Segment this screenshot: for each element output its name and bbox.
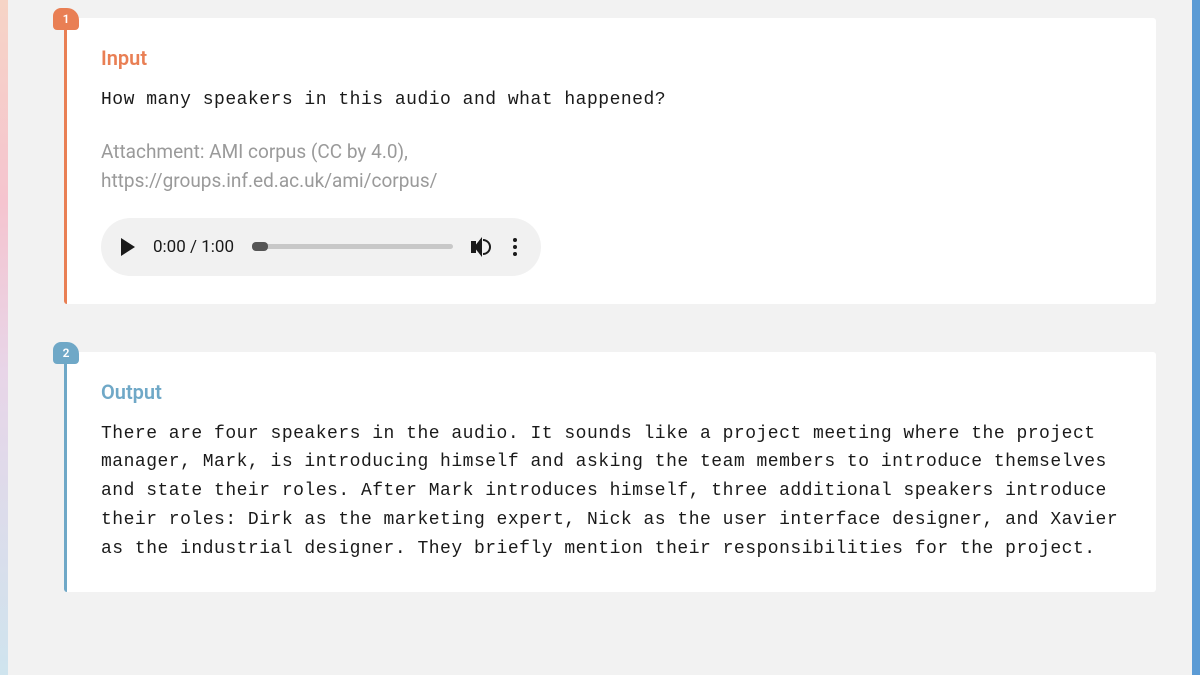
audio-player[interactable]: 0:00 / 1:00 [101, 218, 541, 276]
input-title: Input [101, 46, 1128, 70]
volume-wave-icon [483, 239, 491, 255]
output-step-badge: 2 [53, 342, 79, 364]
output-card: 2 Output There are four speakers in the … [64, 352, 1156, 592]
audio-time-display: 0:00 / 1:00 [153, 237, 234, 257]
input-prompt-text: How many speakers in this audio and what… [101, 86, 1128, 115]
output-text: There are four speakers in the audio. It… [101, 420, 1128, 564]
kebab-menu-icon[interactable] [509, 234, 521, 260]
input-card: 1 Input How many speakers in this audio … [64, 18, 1156, 304]
content-area: 1 Input How many speakers in this audio … [8, 0, 1192, 675]
play-icon[interactable] [121, 238, 135, 256]
volume-icon[interactable] [471, 237, 491, 257]
attachment-line-2: https://groups.inf.ed.ac.uk/ami/corpus/ [101, 166, 1128, 195]
right-blue-strip [1192, 0, 1200, 675]
attachment-info: Attachment: AMI corpus (CC by 4.0), http… [101, 137, 1128, 196]
left-gradient-strip [0, 0, 8, 675]
attachment-line-1: Attachment: AMI corpus (CC by 4.0), [101, 137, 1128, 166]
audio-progress-track[interactable] [252, 244, 453, 249]
input-step-badge: 1 [53, 8, 79, 30]
audio-progress-thumb[interactable] [252, 242, 268, 251]
output-title: Output [101, 380, 1128, 404]
